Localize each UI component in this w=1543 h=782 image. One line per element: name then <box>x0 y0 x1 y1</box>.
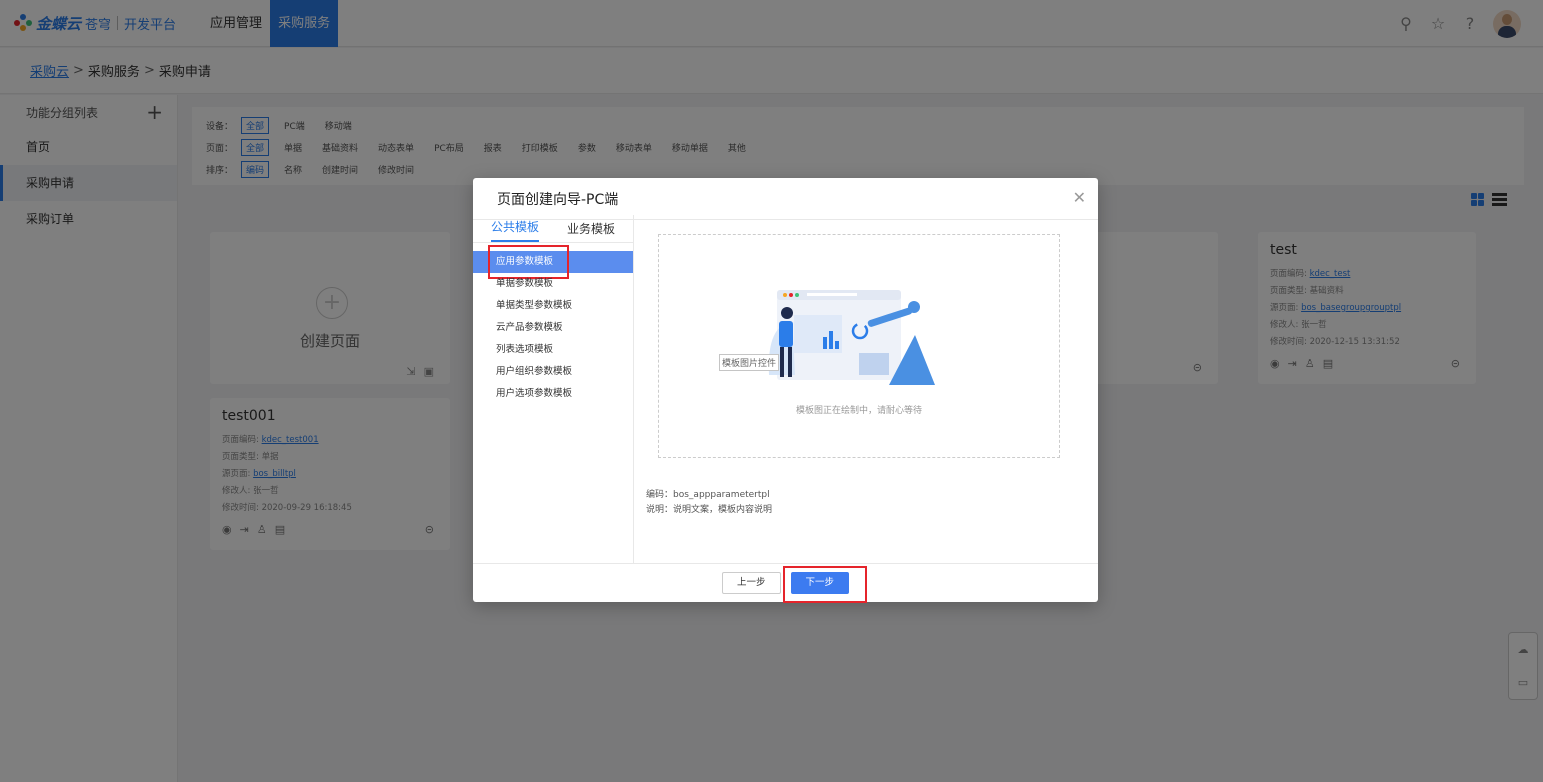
template-item[interactable]: 列表选项模板 <box>473 339 633 361</box>
template-preview-panel: 模板图片控件 模板图正在绘制中，请耐心等待 编码：bos_appparamete… <box>634 215 1098 563</box>
template-code: 编码：bos_appparametertpl <box>646 490 770 500</box>
dialog-body: 公共模板 业务模板 应用参数模板 单据参数模板 单据类型参数模板 云产品参数模板… <box>473 215 1098 563</box>
template-item[interactable]: 用户选项参数模板 <box>473 383 633 405</box>
template-list: 应用参数模板 单据参数模板 单据类型参数模板 云产品参数模板 列表选项模板 用户… <box>473 243 633 405</box>
template-item[interactable]: 单据参数模板 <box>473 273 633 295</box>
close-icon[interactable]: ✕ <box>1073 189 1086 207</box>
dialog-header: 页面创建向导-PC端 ✕ <box>473 178 1098 220</box>
template-panel: 公共模板 业务模板 应用参数模板 单据参数模板 单据类型参数模板 云产品参数模板… <box>473 215 634 563</box>
template-item[interactable]: 单据类型参数模板 <box>473 295 633 317</box>
template-item[interactable]: 用户组织参数模板 <box>473 361 633 383</box>
template-meta: 编码：bos_appparametertpl 说明：说明文案，模板内容说明 <box>646 488 772 518</box>
dialog-footer: 上一步 下一步 <box>473 563 1098 603</box>
image-control-tag: 模板图片控件 <box>719 354 780 371</box>
next-step-button[interactable]: 下一步 <box>782 566 866 603</box>
template-description: 说明：说明文案，模板内容说明 <box>646 505 773 515</box>
template-preview: 模板图片控件 模板图正在绘制中，请耐心等待 <box>658 234 1060 458</box>
template-tabs: 公共模板 业务模板 <box>473 215 633 243</box>
template-item[interactable]: 云产品参数模板 <box>473 317 633 339</box>
loading-illustration <box>768 290 935 385</box>
page-create-wizard-dialog: 页面创建向导-PC端 ✕ 公共模板 业务模板 应用参数模板 单据参数模板 单据类… <box>473 178 1098 603</box>
template-item-app-param[interactable]: 应用参数模板 <box>473 245 633 279</box>
preview-hint: 模板图正在绘制中，请耐心等待 <box>795 406 922 416</box>
prev-step-button[interactable]: 上一步 <box>721 572 781 594</box>
tab-business-templates[interactable]: 业务模板 <box>567 220 615 242</box>
dialog-title: 页面创建向导-PC端 <box>497 191 619 208</box>
tab-public-templates[interactable]: 公共模板 <box>491 218 540 242</box>
